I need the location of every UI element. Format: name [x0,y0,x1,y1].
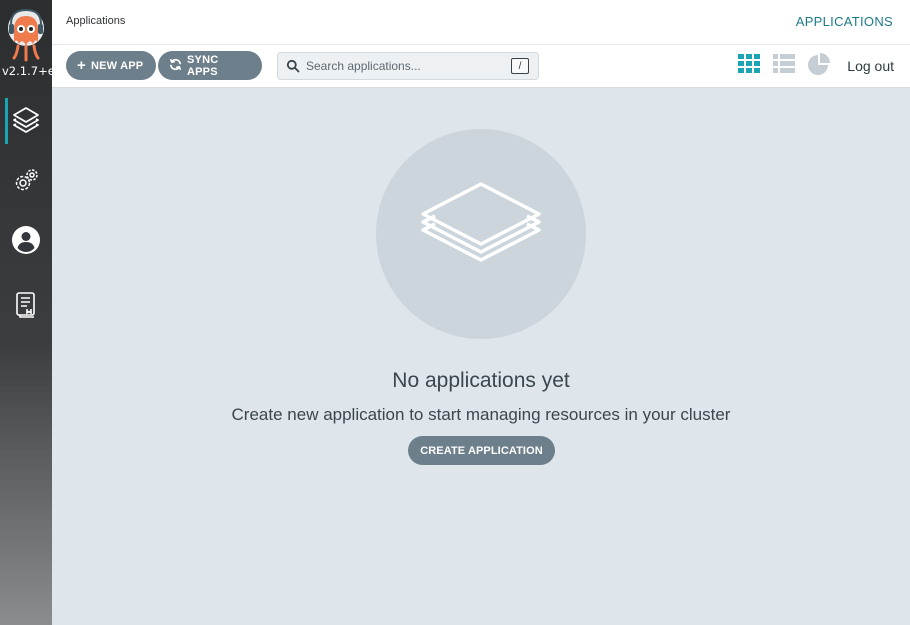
sidebar-item-applications[interactable] [0,98,52,144]
app-version: v2.1.7+e [2,64,52,78]
layers-icon [11,104,41,139]
book-icon [14,291,38,324]
empty-state-title: No applications yet [392,369,570,392]
layers-icon [411,162,551,307]
empty-state-subtitle: Create new application to start managing… [231,405,731,424]
search-shortcut-key: / [511,58,529,74]
plus-icon: + [77,57,86,74]
empty-state-illustration [376,129,586,339]
sidebar-item-user-info[interactable] [0,219,52,265]
search-box[interactable]: / [277,52,539,80]
sync-icon [169,58,182,74]
applications-header-link[interactable]: APPLICATIONS [796,14,893,29]
top-header: Applications APPLICATIONS [52,0,910,45]
tiles-view-icon[interactable] [737,52,761,76]
summary-view-icon[interactable] [807,52,831,76]
sidebar-item-settings[interactable] [0,160,52,206]
list-view-icon[interactable] [772,52,796,76]
logout-link[interactable]: Log out [847,58,894,74]
toolbar: + NEW APP SYNC APPS / [52,45,910,88]
sidebar-item-documentation[interactable] [0,284,52,330]
create-application-button[interactable]: CREATE APPLICATION [408,436,555,465]
gears-icon [12,167,40,200]
page-title: Applications [66,15,126,27]
search-icon [286,59,300,73]
sync-apps-label: SYNC APPS [187,53,219,78]
sync-apps-button[interactable]: SYNC APPS [158,51,262,80]
user-circle-icon [11,225,41,260]
sidebar: v2.1.7+e [0,0,52,625]
octopus-logo-icon[interactable] [6,8,46,62]
new-app-label: NEW APP [90,59,144,72]
search-input[interactable] [306,59,506,73]
new-app-button[interactable]: + NEW APP [66,51,156,80]
